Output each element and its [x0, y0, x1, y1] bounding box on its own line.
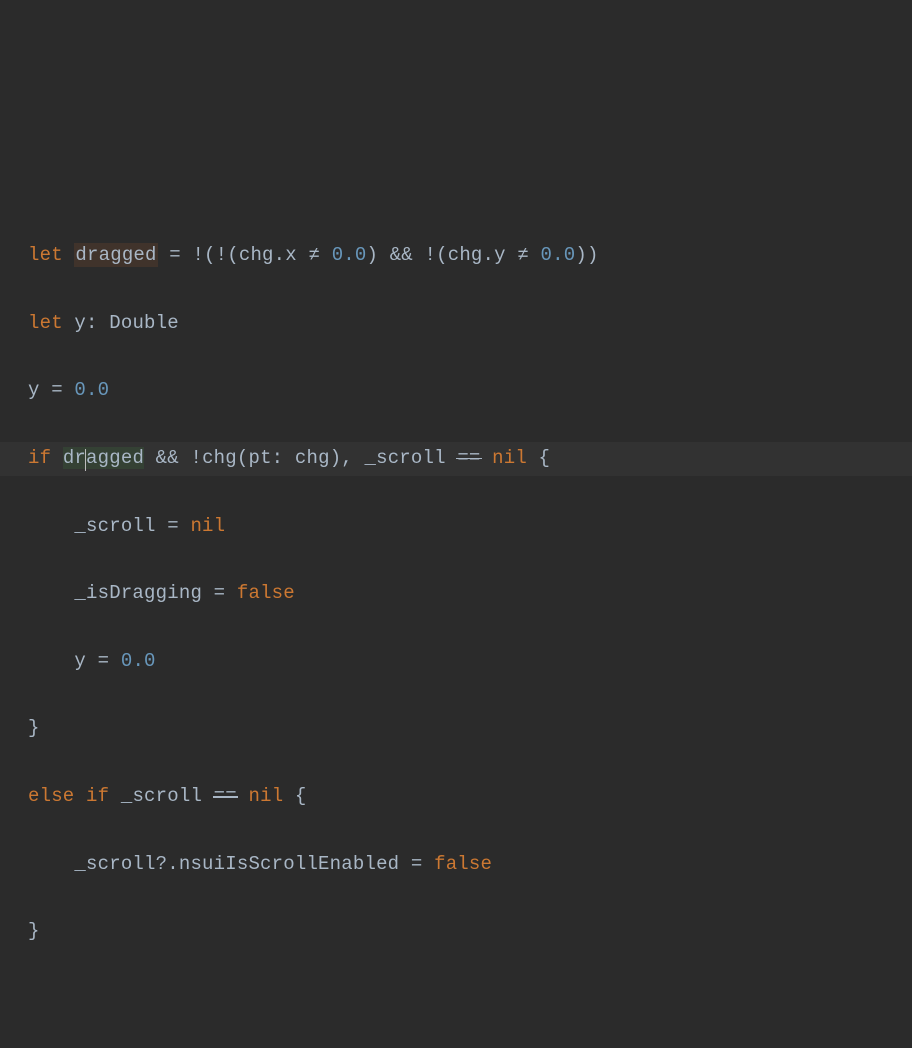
- code-text: {: [527, 447, 550, 469]
- keyword-if: if: [86, 785, 109, 807]
- code-line: y = 0.0: [28, 374, 884, 408]
- code-text: _isDragging =: [74, 582, 236, 604]
- code-line: let dragged = !(!(chg.x ≠ 0.0) && !(chg.…: [28, 239, 884, 273]
- code-editor[interactable]: let dragged = !(!(chg.x ≠ 0.0) && !(chg.…: [28, 205, 884, 983]
- code-line: _scroll?.nsuiIsScrollEnabled = false: [28, 848, 884, 882]
- keyword-else: else: [28, 785, 74, 807]
- number-literal: 0.0: [121, 650, 156, 672]
- code-text: )): [575, 244, 598, 266]
- keyword-let: let: [28, 312, 63, 334]
- code-line: }: [28, 712, 884, 746]
- code-text: }: [28, 920, 40, 942]
- nil-literal: nil: [492, 447, 527, 469]
- code-text: y =: [28, 379, 74, 401]
- var-dragged-ref: dragged: [63, 447, 144, 469]
- code-line: else if _scroll == nil {: [28, 780, 884, 814]
- code-line: let y: Double: [28, 307, 884, 341]
- indent: [28, 515, 74, 537]
- code-text: y:: [63, 312, 109, 334]
- nil-literal: nil: [190, 515, 225, 537]
- keyword-if: if: [28, 447, 51, 469]
- code-text: dr: [63, 447, 86, 469]
- number-literal: 0.0: [332, 244, 367, 266]
- code-text: = !(!(chg.x: [158, 244, 309, 266]
- false-literal: false: [237, 582, 295, 604]
- indent: [28, 582, 74, 604]
- code-text: _scroll?.nsuiIsScrollEnabled =: [74, 853, 434, 875]
- strike-eq: =: [225, 785, 237, 807]
- code-line: y = 0.0: [28, 645, 884, 679]
- code-line: _isDragging = false: [28, 577, 884, 611]
- keyword-let: let: [28, 244, 63, 266]
- code-text: }: [28, 717, 40, 739]
- neq-op: ≠: [517, 244, 529, 266]
- strike-eq: =: [469, 447, 481, 469]
- nil-literal: nil: [249, 785, 284, 807]
- text-caret: [85, 449, 86, 471]
- code-line: _scroll = nil: [28, 510, 884, 544]
- code-text: _scroll: [109, 785, 213, 807]
- neq-op: ≠: [308, 244, 320, 266]
- var-dragged-decl: dragged: [74, 243, 157, 267]
- false-literal: false: [434, 853, 492, 875]
- code-line: }: [28, 915, 884, 949]
- code-line-current: if dragged && !chg(pt: chg), _scroll == …: [0, 442, 912, 476]
- indent: [28, 650, 74, 672]
- indent: [28, 853, 74, 875]
- type-name: Double: [109, 312, 179, 334]
- code-text: ) && !(chg.y: [367, 244, 518, 266]
- code-text: _scroll =: [74, 515, 190, 537]
- code-text: y =: [74, 650, 120, 672]
- code-text: && !chg(pt: chg), _scroll: [144, 447, 457, 469]
- number-literal: 0.0: [74, 379, 109, 401]
- code-text: {: [283, 785, 306, 807]
- number-literal: 0.0: [541, 244, 576, 266]
- code-text: agged: [86, 447, 144, 469]
